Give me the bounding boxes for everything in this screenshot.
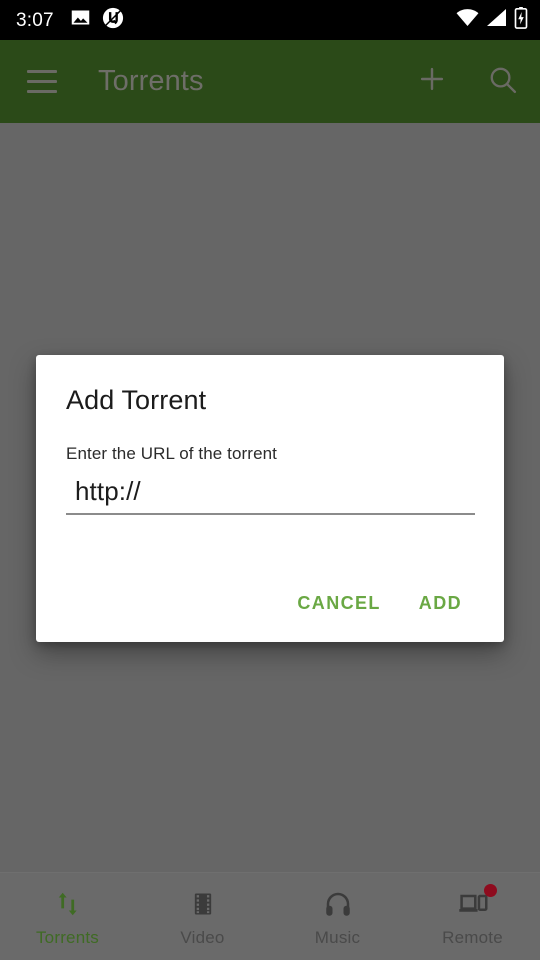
nav-label-music: Music: [314, 928, 361, 947]
hamburger-line: [27, 70, 57, 73]
status-notification-icons: [70, 7, 124, 34]
cell-signal-icon: [486, 8, 507, 32]
headphones-icon: [323, 889, 353, 919]
transfer-arrows-icon: [53, 889, 83, 919]
status-system-icons: [456, 6, 528, 34]
devices-icon: [457, 884, 497, 919]
status-bar: 3:07: [0, 0, 540, 40]
search-icon: [486, 63, 519, 101]
wifi-icon: [456, 8, 479, 32]
nav-label-video: Video: [180, 928, 225, 947]
add-torrent-dialog: Add Torrent Enter the URL of the torrent…: [36, 355, 504, 642]
dialog-actions: CANCEL ADD: [283, 583, 476, 624]
url-field[interactable]: [66, 476, 475, 515]
nav-item-video[interactable]: Video: [135, 873, 270, 960]
nav-label-remote: Remote: [442, 928, 503, 947]
battery-charging-icon: [514, 6, 528, 34]
plus-icon: [415, 62, 449, 101]
cancel-button[interactable]: CANCEL: [283, 583, 394, 624]
hamburger-line: [27, 90, 57, 93]
nav-item-torrents[interactable]: Torrents: [0, 873, 135, 960]
hamburger-line: [27, 80, 57, 83]
app-bar-actions: [410, 60, 524, 104]
notification-badge: [483, 884, 497, 897]
image-icon: [70, 7, 91, 33]
nav-item-remote[interactable]: Remote: [405, 873, 540, 960]
search-button[interactable]: [480, 60, 524, 104]
app-bar: Torrents: [0, 40, 540, 123]
hamburger-menu-icon[interactable]: [18, 58, 66, 106]
nav-item-music[interactable]: Music: [270, 873, 405, 960]
url-input[interactable]: [75, 476, 475, 513]
add-torrent-button[interactable]: [410, 60, 454, 104]
utorrent-icon: [102, 7, 124, 34]
add-button[interactable]: ADD: [405, 583, 476, 624]
dialog-title: Add Torrent: [66, 385, 207, 415]
film-strip-icon: [189, 889, 217, 919]
nav-label-torrents: Torrents: [35, 928, 99, 947]
dialog-message: Enter the URL of the torrent: [66, 444, 277, 463]
page-title: Torrents: [98, 65, 204, 97]
app-screen: 3:07 Torrents Add Torrent Enter the URL …: [0, 0, 540, 960]
status-clock: 3:07: [16, 9, 54, 31]
bottom-navigation: Torrents Video Music Remote: [0, 872, 540, 960]
